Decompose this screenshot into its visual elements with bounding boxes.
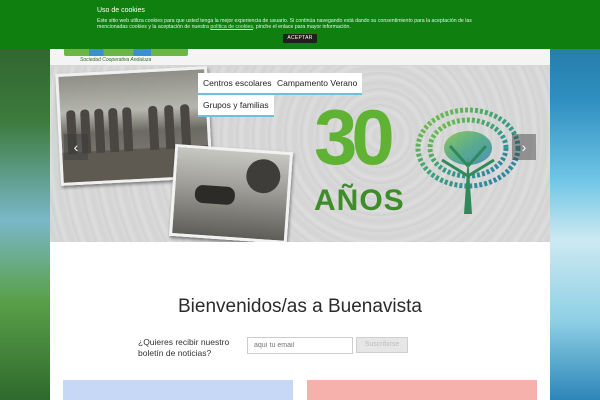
feature-card-red[interactable] xyxy=(307,380,537,400)
tree-logo-icon xyxy=(415,107,521,214)
menu-item-grupos-familias[interactable]: Grupos y familias xyxy=(198,95,274,117)
page-title: Bienvenidos/as a Buenavista xyxy=(178,296,422,317)
email-field[interactable] xyxy=(247,337,353,354)
chevron-left-icon: ‹ xyxy=(73,139,79,155)
menu-item-centros-escolares[interactable]: Centros escolares xyxy=(198,73,277,95)
accept-cookies-button[interactable]: ACEPTAR xyxy=(283,34,317,43)
logo-subtitle: Sociedad Cooperativa Andaluza xyxy=(80,57,152,63)
newsletter-label: ¿Quieres recibir nuestro boletín de noti… xyxy=(138,337,230,358)
cookie-title: Uso de cookies xyxy=(97,7,145,14)
cookie-banner: Uso de cookies Este sitio web utiliza co… xyxy=(0,0,600,49)
cookie-policy-link[interactable]: política de cookies xyxy=(210,24,253,30)
feature-card-blue[interactable] xyxy=(63,380,293,400)
background-right xyxy=(550,0,600,400)
anniversary-word: AÑOS xyxy=(314,184,405,217)
menu-item-campamento-verano[interactable]: Campamento Verano xyxy=(272,73,363,95)
page-container: Sociedad Cooperativa Andaluza 30 AÑOS ‹ … xyxy=(50,0,550,400)
slider-prev-button[interactable]: ‹ xyxy=(64,134,88,160)
cookie-description-end: , pinche el enlace para mayor informació… xyxy=(253,24,351,31)
chevron-right-icon: › xyxy=(521,139,527,155)
subscribe-button[interactable]: Suscribirse xyxy=(356,337,408,353)
slider-next-button[interactable]: › xyxy=(512,134,536,160)
background-left xyxy=(0,0,50,400)
cookie-text: Este sitio web utiliza cookies para que … xyxy=(97,18,497,31)
slide-photo-livestock xyxy=(168,143,294,242)
anniversary-number: 30 xyxy=(314,93,395,181)
